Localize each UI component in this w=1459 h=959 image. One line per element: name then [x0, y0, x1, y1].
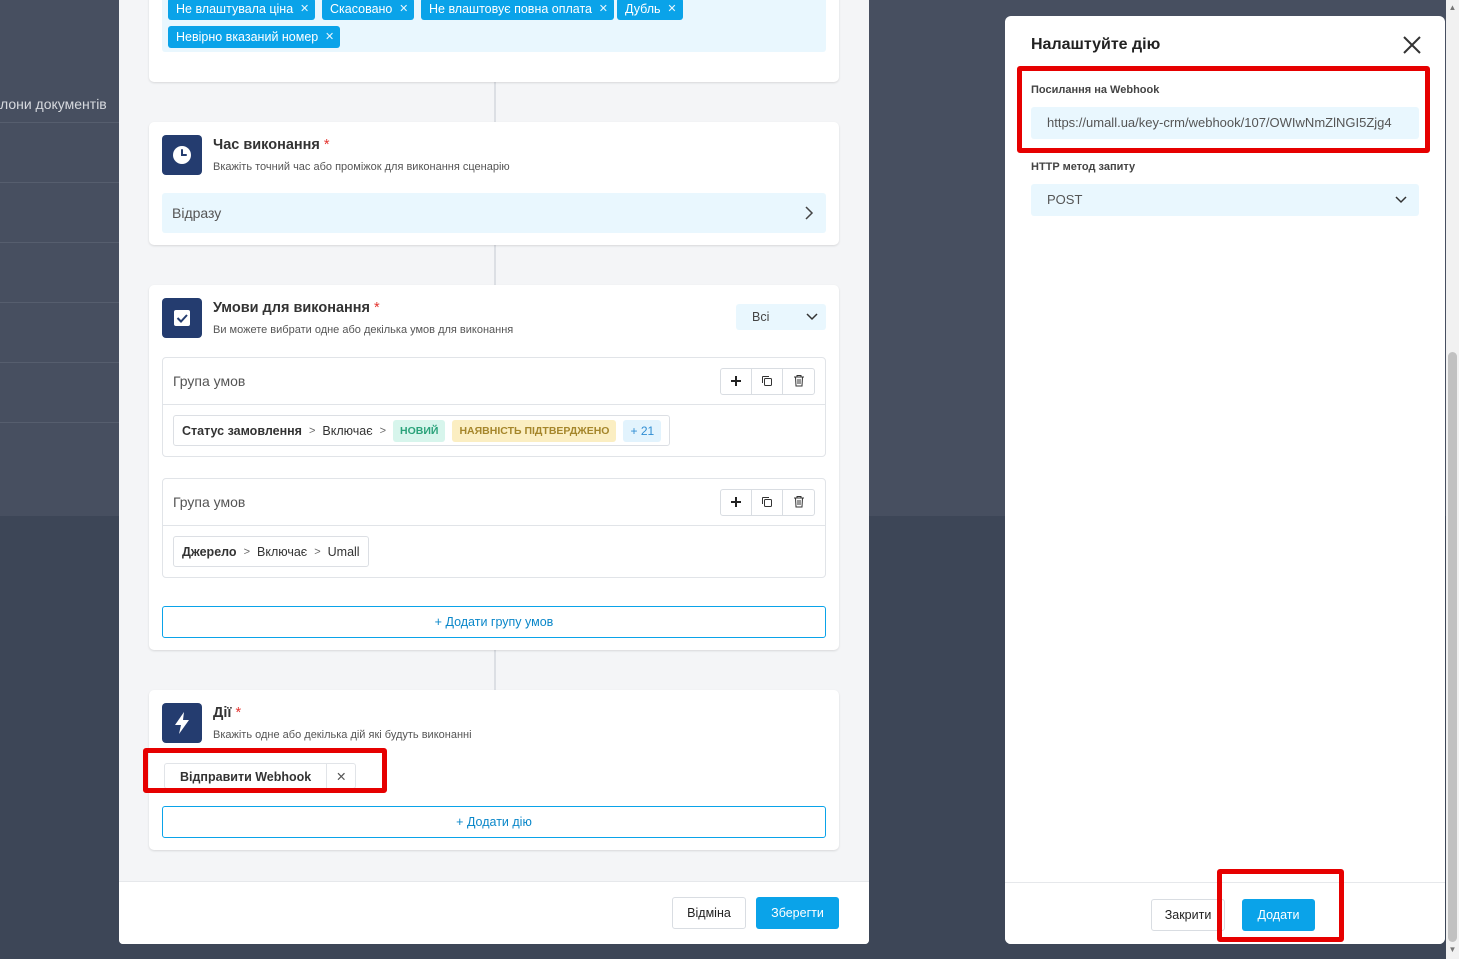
background-divider	[0, 122, 120, 123]
add-condition-button[interactable]	[721, 490, 752, 515]
chevron-right-icon: >	[379, 424, 387, 437]
status-badge: НАЯВНІСТЬ ПІДТВЕРДЖЕНО	[452, 419, 617, 442]
action-chip[interactable]: Відправити Webhook ✕	[164, 763, 357, 789]
condition-chip[interactable]: Джерело > Включає > Umall	[173, 536, 369, 567]
status-tag-list[interactable]: Не влаштувала ціна ✕ Скасовано ✕ Не влашто…	[162, 0, 826, 52]
configure-action-panel: Налаштуйте дію Посилання на Webhook http…	[1005, 16, 1445, 944]
trash-icon	[793, 374, 805, 390]
copy-icon	[761, 374, 773, 390]
delete-group-button[interactable]	[783, 369, 814, 394]
scroll-thumb[interactable]	[1448, 352, 1457, 942]
http-method-select[interactable]: POST	[1031, 184, 1419, 216]
card-subtitle: Ви можете вибрати одне або декілька умов…	[213, 324, 514, 336]
clock-icon	[162, 135, 202, 175]
more-count-badge[interactable]: + 21	[623, 419, 662, 442]
condition-chip[interactable]: Статус замовлення > Включає > НОВИЙ НАЯВ…	[173, 415, 671, 446]
background-divider	[0, 302, 120, 303]
status-tag[interactable]: Не влаштувала ціна ✕	[168, 0, 316, 20]
page-scrollbar[interactable]: ▲ ▼	[1446, 0, 1459, 959]
cancel-button[interactable]: Відміна	[672, 897, 746, 929]
scenario-modal: Не влаштувала ціна ✕ Скасовано ✕ Не влашто…	[119, 0, 869, 944]
chevron-right-icon: >	[308, 424, 316, 437]
chevron-right-icon: >	[243, 545, 250, 558]
trash-icon	[793, 495, 805, 511]
execution-time-card: Час виконання * Вкажіть точний час або пр…	[149, 122, 839, 245]
remove-tag-icon[interactable]: ✕	[667, 0, 676, 20]
card-title: Час виконання *	[213, 137, 330, 153]
close-icon[interactable]: ✕	[327, 769, 355, 784]
step-connector	[494, 650, 496, 690]
chevron-down-icon	[1395, 184, 1407, 216]
remove-tag-icon[interactable]: ✕	[599, 0, 608, 20]
group-title: Група умов	[173, 494, 246, 510]
status-tag[interactable]: Скасовано ✕	[322, 0, 415, 20]
copy-group-button[interactable]	[752, 369, 783, 394]
status-tag[interactable]: Дубль ✕	[617, 0, 683, 20]
plus-icon: +	[456, 815, 464, 829]
step-connector	[494, 245, 496, 285]
panel-title: Налаштуйте дію	[1031, 36, 1161, 53]
add-condition-group-button[interactable]: + Додати групу умов	[162, 606, 826, 638]
remove-tag-icon[interactable]: ✕	[325, 26, 334, 48]
copy-icon	[761, 495, 773, 511]
webhook-url-input[interactable]: https://umall.ua/key-crm/webhook/107/OWI…	[1031, 107, 1419, 139]
chevron-down-icon	[806, 304, 818, 339]
close-button[interactable]: Закрити	[1151, 899, 1225, 931]
checkbox-icon	[162, 298, 202, 338]
add-action-button[interactable]: + Додати дію	[162, 806, 826, 838]
actions-card: Дії * Вкажіть одне або декілька дій які б…	[149, 690, 839, 850]
close-icon[interactable]	[1401, 34, 1423, 56]
background-divider	[0, 182, 120, 183]
condition-group: Група умов Статус замовлення > Включає >…	[162, 357, 826, 457]
status-tag[interactable]: Не влаштовує повна оплата ✕	[421, 0, 615, 20]
background-menu-label: лони документів	[0, 96, 107, 112]
background-divider	[0, 362, 120, 363]
card-title: Дії *	[213, 705, 242, 721]
chevron-right-icon	[804, 193, 814, 248]
group-title: Група умов	[173, 373, 246, 389]
plus-icon: +	[434, 615, 442, 629]
plus-icon	[730, 374, 742, 390]
webhook-url-label: Посилання на Webhook	[1031, 84, 1160, 96]
status-filter-card: Не влаштувала ціна ✕ Скасовано ✕ Не влашто…	[149, 0, 839, 82]
background-divider	[0, 422, 120, 423]
chevron-right-icon: >	[314, 545, 321, 558]
plus-icon	[730, 495, 742, 511]
status-tag[interactable]: Невірно вказаний номер ✕	[168, 26, 341, 48]
background-divider	[0, 242, 120, 243]
remove-tag-icon[interactable]: ✕	[300, 0, 309, 20]
add-condition-button[interactable]	[721, 369, 752, 394]
modal-footer: Відміна Зберегти	[119, 881, 869, 944]
scroll-up-icon[interactable]: ▲	[1448, 3, 1457, 13]
action-chip-label[interactable]: Відправити Webhook	[165, 764, 328, 788]
http-method-label: HTTP метод запиту	[1031, 161, 1136, 173]
status-badge: НОВИЙ	[393, 419, 446, 442]
scroll-down-icon[interactable]: ▼	[1448, 945, 1457, 955]
condition-group: Група умов Джерело > Включає > Umall	[162, 478, 826, 578]
card-subtitle: Вкажіть точний час або проміжок для вико…	[213, 161, 510, 173]
card-subtitle: Вкажіть одне або декілька дій які будуть…	[213, 729, 472, 741]
group-actions	[720, 368, 815, 395]
lightning-icon	[162, 703, 202, 743]
add-button[interactable]: Додати	[1242, 899, 1315, 931]
step-connector	[494, 82, 496, 122]
match-mode-select[interactable]: Всі	[736, 304, 826, 330]
delete-group-button[interactable]	[783, 490, 814, 515]
remove-tag-icon[interactable]: ✕	[399, 0, 408, 20]
group-actions	[720, 489, 815, 516]
save-button[interactable]: Зберегти	[756, 897, 839, 929]
copy-group-button[interactable]	[752, 490, 783, 515]
card-title: Умови для виконання *	[213, 300, 380, 316]
conditions-card: Умови для виконання * Ви можете вибрати о…	[149, 285, 839, 650]
panel-footer: Закрити Додати	[1005, 882, 1445, 944]
execution-time-select[interactable]: Відразу	[162, 193, 826, 233]
